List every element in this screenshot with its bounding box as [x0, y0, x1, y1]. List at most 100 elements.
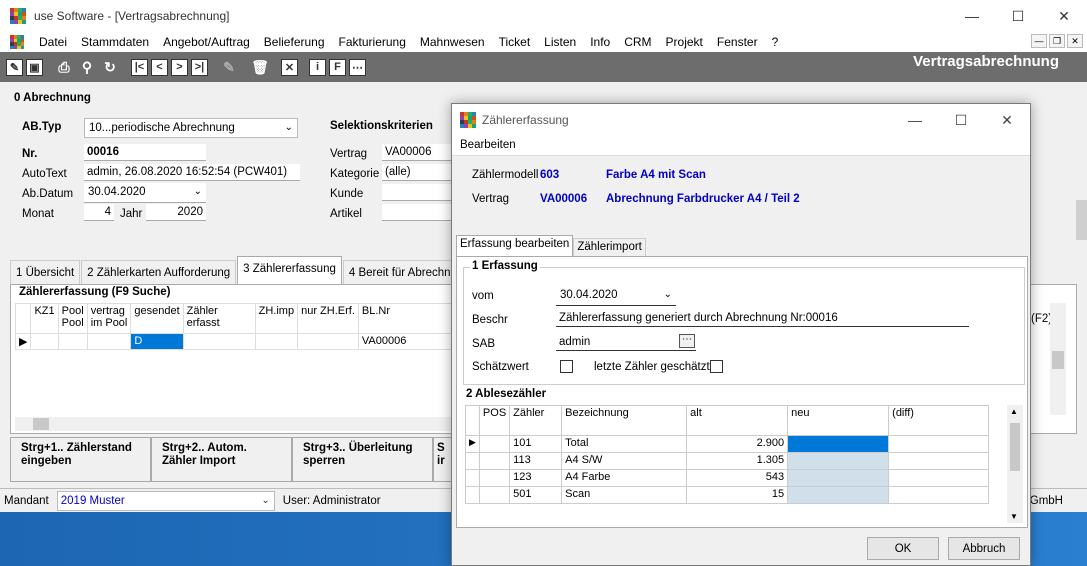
abtyp-select[interactable]: 10...periodische Abrechnung ⌄: [84, 118, 298, 138]
maximize-icon[interactable]: ☐: [995, 0, 1041, 32]
dialog-maximize-icon[interactable]: ☐: [938, 104, 984, 136]
info-icon[interactable]: i: [309, 58, 326, 76]
right-scrollbar[interactable]: [1076, 200, 1087, 240]
col-bezeichnung[interactable]: Bezeichnung: [561, 405, 688, 436]
kategorie-field[interactable]: (alle): [382, 164, 452, 181]
mdi-minimize-icon[interactable]: —: [1031, 34, 1047, 48]
menu-datei[interactable]: Datei: [32, 35, 74, 49]
grid-vscroll[interactable]: [1050, 303, 1066, 415]
jahr-field[interactable]: 2020: [146, 204, 206, 221]
tab-zaehlerkarten[interactable]: 2 Zählerkarten Aufforderung: [81, 260, 237, 284]
selektion-title: Selektionskriterien: [330, 120, 433, 132]
mandant-select[interactable]: 2019 Muster ⌄: [56, 490, 275, 511]
col-nur-zh-erf[interactable]: nur ZH.Erf.: [297, 303, 359, 334]
scroll-up-icon[interactable]: ▲: [1010, 407, 1018, 416]
mdi-close-icon[interactable]: ✕: [1067, 34, 1083, 48]
more-icon[interactable]: ⋯: [349, 58, 366, 76]
menu-fenster[interactable]: Fenster: [710, 35, 765, 49]
col-diff[interactable]: (diff): [888, 405, 990, 436]
mdi-restore-icon[interactable]: ❐: [1049, 34, 1065, 48]
menu-ticket[interactable]: Ticket: [492, 35, 538, 49]
first-record-icon[interactable]: |<: [131, 58, 148, 76]
menu-listen[interactable]: Listen: [537, 35, 583, 49]
kunde-field[interactable]: [382, 184, 452, 201]
abbruch-button[interactable]: Abbruch: [948, 537, 1020, 560]
grid-hscroll[interactable]: [15, 417, 455, 431]
table-row[interactable]: 113 A4 S/W 1.305: [465, 452, 990, 470]
save-icon[interactable]: ▣: [26, 58, 43, 76]
tab-uebersicht[interactable]: 1 Übersicht: [10, 260, 81, 284]
nr-field[interactable]: 00016: [84, 144, 206, 161]
close-icon[interactable]: ✕: [1041, 0, 1087, 32]
vertrag-field[interactable]: VA00006: [382, 144, 452, 161]
col-neu[interactable]: neu: [787, 405, 890, 436]
col-zh-imp[interactable]: ZH.imp: [254, 303, 299, 334]
autom-zaehler-import-button[interactable]: Strg+2.. Autom. Zähler Import: [151, 437, 292, 482]
col-pos[interactable]: POS: [478, 405, 511, 436]
menu-angebot-auftrag[interactable]: Angebot/Auftrag: [156, 35, 257, 49]
menu-info[interactable]: Info: [583, 35, 617, 49]
sab-field[interactable]: admin: [556, 334, 696, 351]
gesendet-cell[interactable]: D: [130, 333, 184, 350]
abdatum-field[interactable]: 30.04.2020 ⌄: [84, 183, 206, 203]
menu-fakturierung[interactable]: Fakturierung: [332, 35, 413, 49]
minimize-icon[interactable]: —: [949, 0, 995, 32]
menu-mahnwesen[interactable]: Mahnwesen: [413, 35, 492, 49]
print-icon[interactable]: ⎙: [54, 57, 74, 77]
tab-zaehlerimport[interactable]: Zählerimport: [573, 238, 646, 257]
form-icon[interactable]: F: [329, 58, 346, 76]
col-kz1[interactable]: KZ1: [30, 303, 59, 334]
search-icon[interactable]: ⚲: [77, 57, 97, 77]
menu-projekt[interactable]: Projekt: [659, 35, 710, 49]
col-zaehler[interactable]: Zähler: [509, 405, 563, 436]
artikel-field[interactable]: [382, 204, 452, 221]
delete-icon[interactable]: 🗑: [250, 57, 270, 77]
beschr-field[interactable]: Zählererfassung generiert durch Abrechnu…: [556, 310, 969, 327]
autotext-field[interactable]: admin, 26.08.2020 16:52:54 (PCW401): [84, 164, 300, 181]
dialog-title: Zählererfassung: [482, 113, 569, 127]
tab-erfassung-bearbeiten[interactable]: Erfassung bearbeiten: [456, 235, 574, 257]
menu-belieferung[interactable]: Belieferung: [257, 35, 332, 49]
prev-record-icon[interactable]: <: [151, 58, 168, 76]
sab-lookup-icon[interactable]: ⋯: [679, 334, 695, 348]
table-row[interactable]: 501 Scan 15: [465, 486, 990, 504]
dialog-close-icon[interactable]: ✕: [984, 104, 1030, 136]
table-row[interactable]: 123 A4 Farbe 543: [465, 469, 990, 487]
pencil-icon[interactable]: ✎: [219, 57, 239, 77]
zaehlerstand-eingeben-button[interactable]: Strg+1.. Zählerstand eingeben: [10, 437, 151, 482]
next-record-icon[interactable]: >: [171, 58, 188, 76]
main-tabs: 1 Übersicht 2 Zählerkarten Aufforderung …: [10, 256, 477, 284]
cancel-icon[interactable]: ✕: [281, 58, 298, 76]
last-record-icon[interactable]: >|: [191, 58, 208, 76]
letzte-geschaetzt-checkbox[interactable]: [710, 360, 723, 373]
col-zaehler-erfasst[interactable]: Zähler erfasst: [182, 303, 256, 334]
bezeichnung-cell: A4 S/W: [561, 452, 688, 470]
menu-help[interactable]: ?: [765, 35, 786, 49]
neu-input[interactable]: [787, 452, 890, 470]
col-gesendet[interactable]: gesendet: [130, 303, 184, 334]
neu-input[interactable]: [787, 486, 890, 504]
monat-field[interactable]: 4: [84, 204, 114, 221]
table-row[interactable]: ▶ D VA00006: [14, 333, 489, 350]
ablese-table: POS Zähler Bezeichnung alt neu (diff) ▶ …: [465, 405, 990, 504]
dialog-minimize-icon[interactable]: —: [892, 104, 938, 136]
tab-zaehlererfassung[interactable]: 3 Zählererfassung: [237, 256, 342, 284]
neu-input[interactable]: [787, 435, 890, 453]
scroll-down-icon[interactable]: ▼: [1010, 512, 1018, 521]
ablese-vscroll[interactable]: ▲ ▼: [1007, 405, 1023, 523]
menu-crm[interactable]: CRM: [617, 35, 658, 49]
edit-icon[interactable]: ✎: [6, 58, 23, 76]
chevron-down-icon: ⌄: [663, 289, 672, 300]
vom-field[interactable]: 30.04.2020 ⌄: [556, 286, 676, 306]
col-vertrag-im-pool[interactable]: vertrag im Pool: [86, 303, 132, 334]
col-alt[interactable]: alt: [686, 405, 789, 436]
neu-input[interactable]: [787, 469, 890, 487]
menu-stammdaten[interactable]: Stammdaten: [74, 35, 156, 49]
refresh-icon[interactable]: ↻: [100, 57, 120, 77]
schaetzwert-checkbox[interactable]: [560, 360, 573, 373]
ueberleitung-sperren-button[interactable]: Strg+3.. Überleitung sperren: [292, 437, 433, 482]
dialog-menu-bearbeiten[interactable]: Bearbeiten: [452, 136, 1030, 156]
ok-button[interactable]: OK: [867, 537, 939, 560]
table-row[interactable]: ▶ 101 Total 2.900: [465, 435, 990, 453]
col-pool[interactable]: Pool Pool: [57, 303, 88, 334]
